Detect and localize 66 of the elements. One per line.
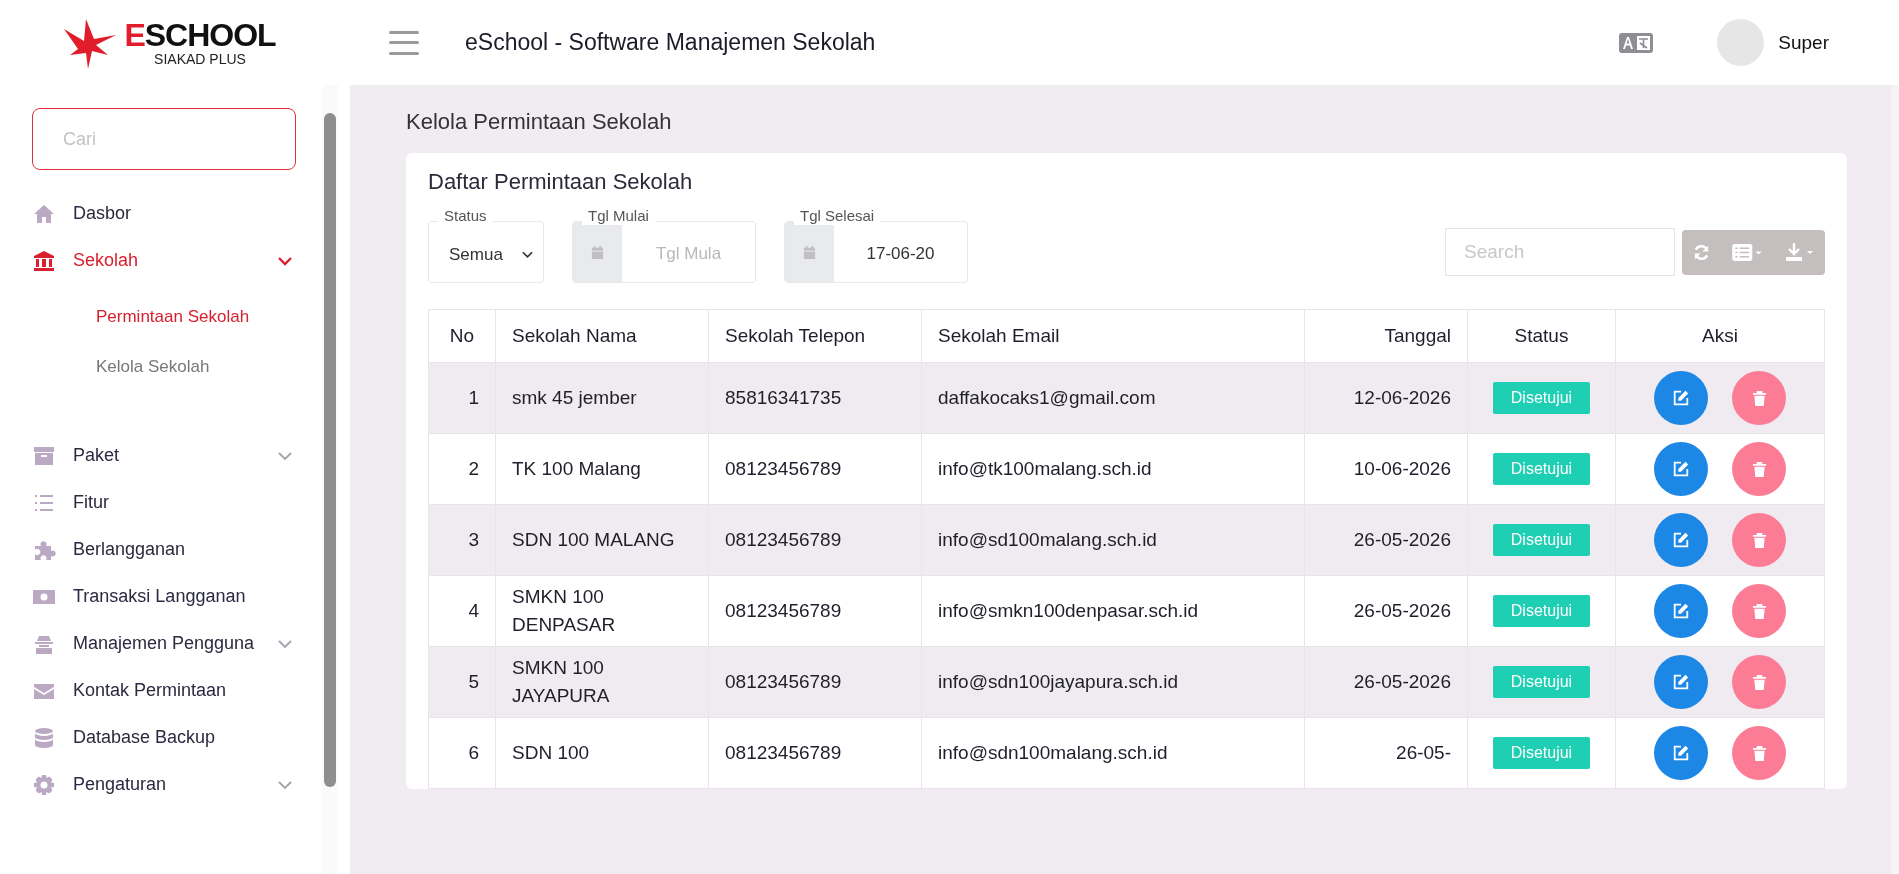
column-header: Tanggal [1304,309,1468,363]
column-header: No [428,309,496,363]
table-cell: 26-05-2026 [1304,504,1468,576]
sidebar-item[interactable]: Kontak Permintaan [32,667,296,714]
table-cell: 26-05-2026 [1304,646,1468,718]
sidebar-item[interactable]: Dasbor [32,190,296,237]
table-cell: 08123456789 [708,575,922,647]
table-cell: TK 100 Malang [495,433,709,505]
table-cell: 26-05- [1304,717,1468,789]
table-cell: SDN 100 [495,717,709,789]
table-cell: 08123456789 [708,646,922,718]
field-label: Status [438,208,493,225]
app-title: eSchool - Software Manajemen Sekolah [465,29,876,56]
status-dropdown[interactable]: Semua [428,221,544,283]
table-cell: 5 [428,646,496,718]
table-cell: info@smkn100denpasar.sch.id [921,575,1305,647]
sidebar-item[interactable]: Database Backup [32,714,296,761]
submenu-item[interactable]: Kelola Sekolah [96,342,296,392]
table-cell: 08123456789 [708,433,922,505]
field-label: Tgl Selesai [794,208,881,225]
field-label: Tgl Mulai [582,208,655,225]
column-header: Status [1467,309,1616,363]
table-cell: info@sd100malang.sch.id [921,504,1305,576]
status-badge: Disetujui [1492,524,1591,556]
column-header: Sekolah Email [921,309,1305,363]
sidebar-item[interactable]: Manajemen Pengguna [32,620,296,667]
sidebar-item[interactable]: Transaksi Langganan [32,573,296,620]
table-cell: 08123456789 [708,717,922,789]
sidebar-item[interactable]: Sekolah [32,237,296,284]
user-name[interactable]: Super [1778,31,1829,54]
table-cell: 08123456789 [708,504,922,576]
table-cell: daffakocaks1@gmail.com [921,362,1305,434]
table-cell: info@sdn100jayapura.sch.id [921,646,1305,718]
table-cell: 26-05-2026 [1304,575,1468,647]
table-cell: info@tk100malang.sch.id [921,433,1305,505]
table-cell: 10-06-2026 [1304,433,1468,505]
sidebar-item[interactable]: Fitur [32,479,296,526]
table-cell: 6 [428,717,496,789]
status-badge: Disetujui [1492,666,1591,698]
table-cell: 4 [428,575,496,647]
card-title: Daftar Permintaan Sekolah [428,169,694,195]
table-cell: info@sdn100malang.sch.id [921,717,1305,789]
status-badge: Disetujui [1492,737,1591,769]
table-cell: SMKN 100 DENPASAR [495,575,709,647]
status-badge: Disetujui [1492,453,1591,485]
sidebar-item[interactable]: Paket [32,432,296,479]
logo-title: ESCHOOL [124,19,276,51]
table-cell: smk 45 jember [495,362,709,434]
column-header: Sekolah Nama [495,309,709,363]
submenu-item[interactable]: Permintaan Sekolah [96,292,296,342]
table-cell: 3 [428,504,496,576]
table-cell: 1 [428,362,496,434]
logo-subtitle: SIAKAD PLUS [154,52,246,66]
sidebar-item[interactable]: Pengaturan [32,761,296,808]
table-cell: SMKN 100 JAYAPURA [495,646,709,718]
table-cell: 2 [428,433,496,505]
column-header: Aksi [1615,309,1825,363]
search-field[interactable]: Cari [32,108,296,170]
status-badge: Disetujui [1492,382,1591,414]
table-cell: SDN 100 MALANG [495,504,709,576]
table-cell: 12-06-2026 [1304,362,1468,434]
sidebar-item[interactable]: Berlangganan [32,526,296,573]
table-cell: 85816341735 [708,362,922,434]
column-header: Sekolah Telepon [708,309,922,363]
status-badge: Disetujui [1492,595,1591,627]
page-title: Kelola Permintaan Sekolah [406,109,673,135]
